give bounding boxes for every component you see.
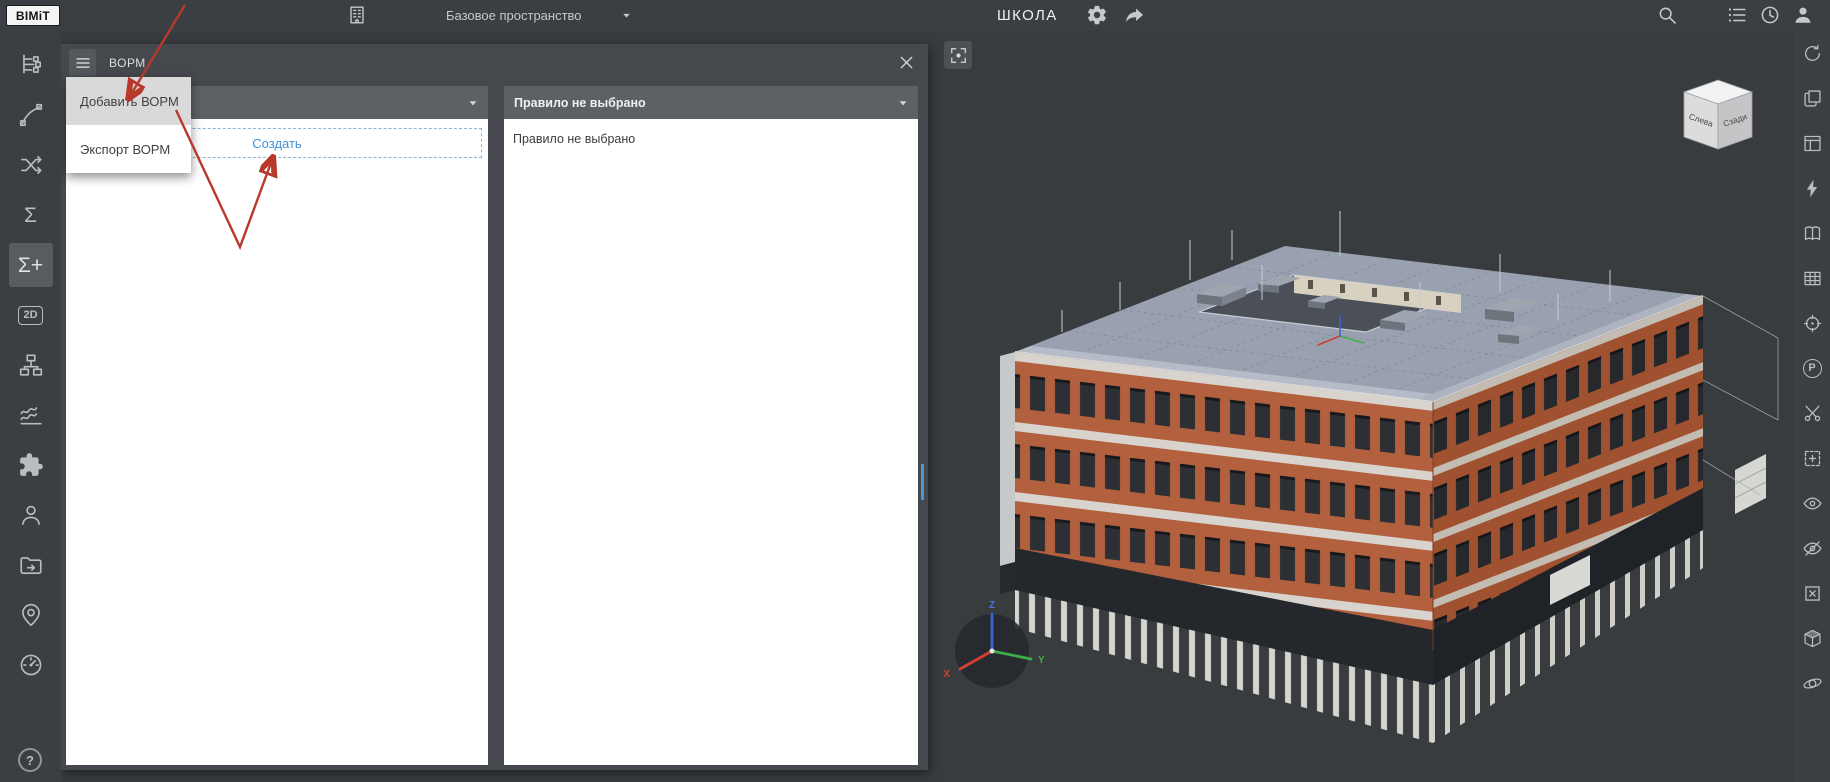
panel-header: ВОРМ	[61, 44, 928, 81]
help-button[interactable]: ?	[18, 748, 42, 772]
analytics-icon	[18, 402, 44, 428]
view-2d-icon[interactable]: 2D	[9, 293, 53, 337]
menu-item-export-borm[interactable]: Экспорт ВОРМ	[66, 125, 191, 173]
documentation-icon	[1802, 223, 1823, 244]
hide-elements-icon	[1802, 538, 1823, 559]
users-icon[interactable]	[9, 493, 53, 537]
copy-view-icon[interactable]	[1797, 84, 1827, 112]
view-2d-icon-glyph: 2D	[18, 306, 42, 325]
org-structure-icon[interactable]	[9, 343, 53, 387]
share-icon[interactable]	[1124, 4, 1146, 26]
model-tree-icon	[18, 52, 44, 78]
app-logo[interactable]: BIMiT	[6, 5, 60, 26]
chevron-down-icon	[896, 96, 910, 110]
user-location-icon	[18, 602, 44, 628]
model-tree-icon[interactable]	[9, 43, 53, 87]
rule-select-dropdown[interactable]: Правило не выбрано	[504, 86, 918, 119]
orbit-view-icon	[1802, 673, 1823, 694]
section-cut-icon	[1802, 403, 1823, 424]
isolate-elements-icon[interactable]	[1797, 579, 1827, 607]
hide-elements-icon[interactable]	[1797, 534, 1827, 562]
section-box-icon	[1802, 448, 1823, 469]
show-elements-icon	[1802, 493, 1823, 514]
panel-menu-button[interactable]	[69, 49, 96, 76]
history-clock-icon[interactable]	[1759, 4, 1781, 26]
workspace-selector[interactable]: Базовое пространство	[446, 8, 582, 23]
chevron-down-icon[interactable]	[620, 9, 633, 22]
analytics-icon[interactable]	[9, 393, 53, 437]
copy-view-icon	[1802, 88, 1823, 109]
shared-folder-icon[interactable]	[9, 543, 53, 587]
fit-view-icon[interactable]	[1797, 39, 1827, 67]
connections-icon	[18, 152, 44, 178]
dashboard-icon[interactable]	[9, 643, 53, 687]
locate-icon[interactable]	[1797, 309, 1827, 337]
close-panel-button[interactable]	[897, 53, 916, 72]
borm-menu-popup: Добавить ВОРМ Экспорт ВОРМ	[66, 77, 191, 173]
grid-table-icon	[1802, 268, 1823, 289]
section-cut-icon[interactable]	[1797, 399, 1827, 427]
show-elements-icon[interactable]	[1797, 489, 1827, 517]
user-account-icon[interactable]	[1792, 4, 1814, 26]
plugins-icon[interactable]	[9, 443, 53, 487]
shared-folder-icon	[18, 552, 44, 578]
hamburger-icon	[74, 54, 92, 72]
connections-icon[interactable]	[9, 143, 53, 187]
org-structure-icon	[18, 352, 44, 378]
user-location-icon[interactable]	[9, 593, 53, 637]
chevron-down-icon	[466, 96, 480, 110]
plan-mode-icon-glyph: P	[1803, 359, 1822, 378]
create-borm-label: Создать	[252, 136, 301, 151]
project-building-icon[interactable]	[346, 4, 368, 26]
focus-icon	[949, 46, 968, 65]
sum-icon-glyph: Σ	[24, 205, 37, 226]
half-section-icon	[1802, 628, 1823, 649]
sum-plus-icon-glyph: Σ+	[18, 255, 43, 276]
sum-plus-icon[interactable]: Σ+	[9, 243, 53, 287]
fit-view-icon	[1802, 43, 1823, 64]
plugins-icon	[18, 452, 44, 478]
focus-model-button[interactable]	[944, 41, 972, 69]
grid-table-icon[interactable]	[1797, 264, 1827, 292]
left-toolbar: Σ Σ+ 2D	[0, 31, 61, 782]
clash-check-icon	[1802, 178, 1823, 199]
panel-layout-icon[interactable]	[1797, 129, 1827, 157]
top-bar: BIMiT Базовое пространство ШКОЛА	[0, 0, 1830, 31]
clash-check-icon[interactable]	[1797, 174, 1827, 202]
users-icon	[18, 502, 44, 528]
menu-item-add-borm[interactable]: Добавить ВОРМ	[66, 77, 191, 125]
settings-gear-icon[interactable]	[1086, 4, 1108, 26]
isolate-elements-icon	[1802, 583, 1823, 604]
close-icon	[897, 53, 916, 72]
documentation-icon[interactable]	[1797, 219, 1827, 247]
search-icon[interactable]	[1656, 4, 1678, 26]
plan-mode-icon[interactable]: P	[1797, 354, 1827, 382]
rule-column: Правило не выбрано Правило не выбрано	[504, 86, 918, 765]
borm-panel: ВОРМ Создать Правило не выбрано Правило …	[61, 44, 928, 770]
project-title: ШКОЛА	[997, 7, 1058, 24]
spline-tool-icon	[18, 102, 44, 128]
borm-list-column: Создать	[66, 86, 488, 765]
spline-tool-icon[interactable]	[9, 93, 53, 137]
section-box-icon[interactable]	[1797, 444, 1827, 472]
list-menu-icon[interactable]	[1726, 4, 1748, 26]
locate-icon	[1802, 313, 1823, 334]
panel-title: ВОРМ	[109, 56, 146, 70]
panel-layout-icon	[1802, 133, 1823, 154]
half-section-icon[interactable]	[1797, 624, 1827, 652]
rule-placeholder-text: Правило не выбрано	[504, 119, 918, 159]
right-toolbar: P	[1794, 31, 1830, 782]
rule-dropdown-label: Правило не выбрано	[514, 96, 646, 110]
dashboard-icon	[18, 652, 44, 678]
panel-scroll-indicator[interactable]	[921, 464, 924, 500]
orbit-view-icon[interactable]	[1797, 669, 1827, 697]
sum-icon[interactable]: Σ	[9, 193, 53, 237]
